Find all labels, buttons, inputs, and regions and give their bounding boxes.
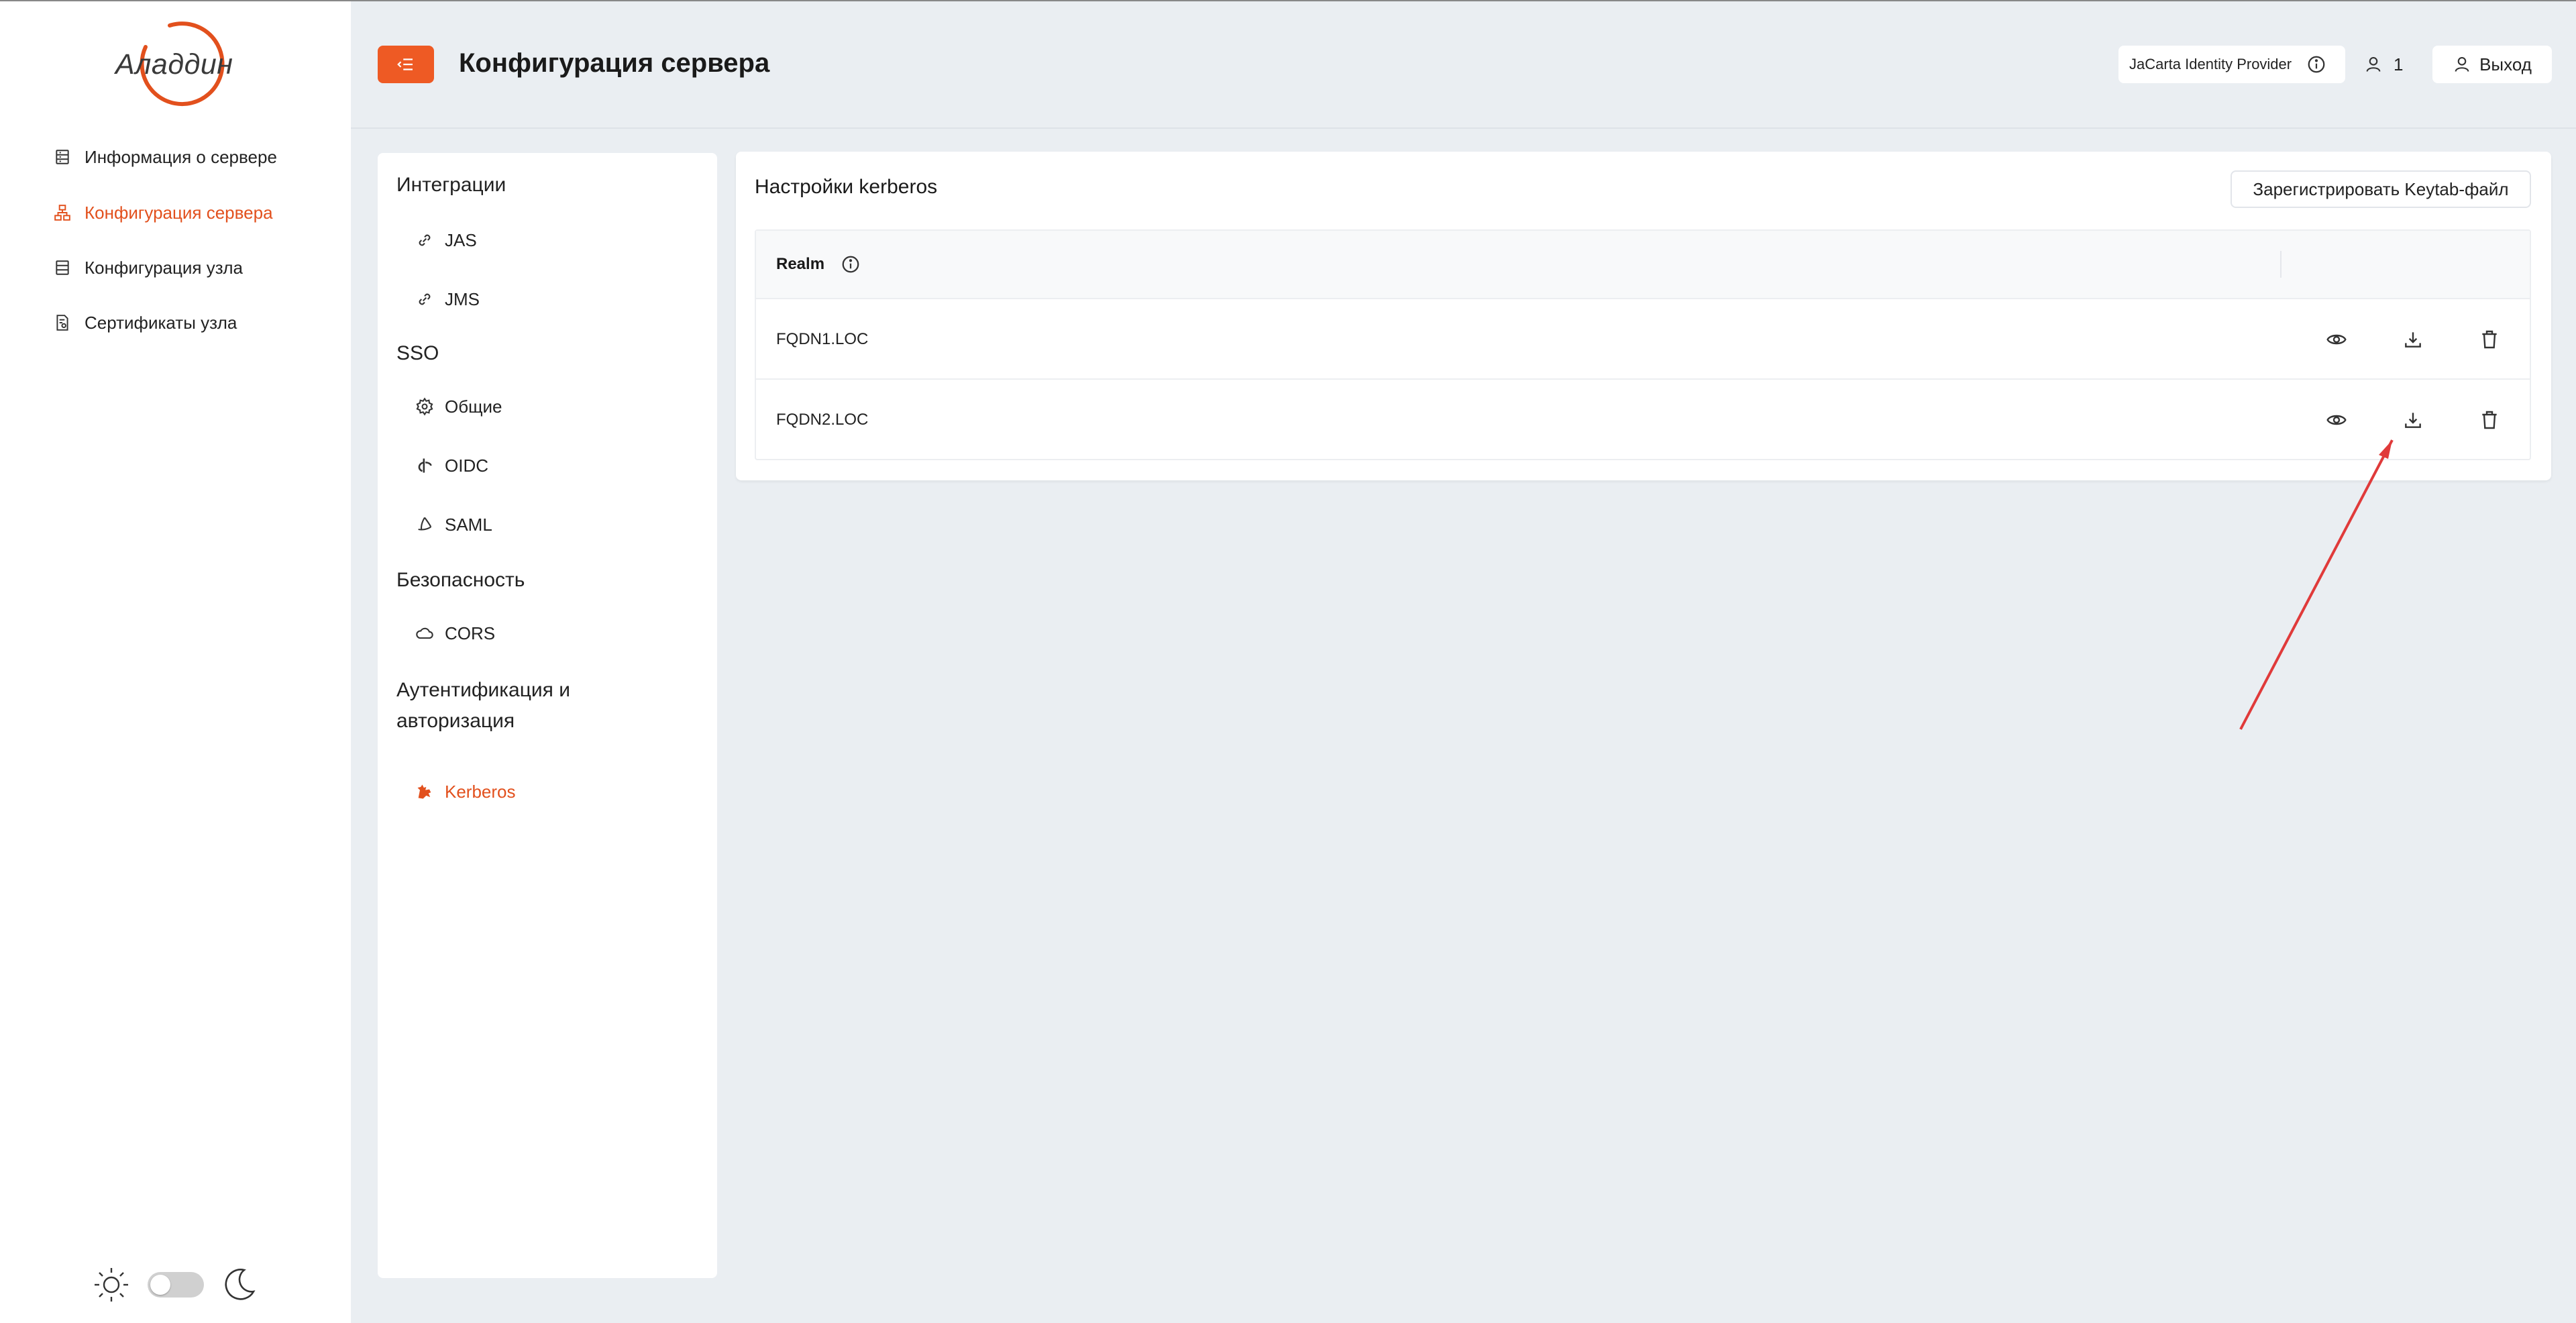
- settings-item-label: Общие: [445, 396, 502, 417]
- sidebar-item-label: Конфигурация узла: [85, 257, 243, 278]
- settings-item-label: OIDC: [445, 455, 488, 476]
- sidebar: Аладдин Информация о сервере Конфигураци…: [0, 1, 351, 1323]
- theme-toggle[interactable]: [148, 1272, 204, 1298]
- table-row: FQDN1.LOC: [756, 298, 2530, 380]
- sidebar-item-server-info[interactable]: Информация о сервере: [54, 144, 277, 170]
- realm-table: Realm FQDN1.LOC FQDN2.LOC: [755, 229, 2531, 460]
- section-title-sso: SSO: [396, 342, 439, 364]
- section-title-auth: Аутентификация и авторизация: [396, 679, 571, 732]
- settings-item-general[interactable]: Общие: [415, 392, 502, 421]
- table-header: Realm: [756, 231, 2530, 298]
- settings-item-label: Kerberos: [445, 781, 516, 802]
- eye-icon[interactable]: [2326, 329, 2347, 350]
- register-keytab-button[interactable]: Зарегистрировать Keytab-файл: [2231, 170, 2531, 208]
- info-icon[interactable]: [841, 254, 861, 274]
- column-header-label: Realm: [776, 255, 825, 273]
- trash-icon[interactable]: [2479, 409, 2500, 431]
- sidebar-item-label: Информация о сервере: [85, 146, 277, 167]
- section-title-integrations: Интеграции: [396, 174, 506, 196]
- user-count-button[interactable]: 1: [2364, 46, 2403, 83]
- sidebar-item-node-config[interactable]: Конфигурация узла: [54, 254, 243, 281]
- user-icon: [2455, 57, 2469, 72]
- idp-label: JaCarta Identity Provider: [2129, 56, 2292, 72]
- idp-badge[interactable]: JaCarta Identity Provider: [2118, 46, 2345, 83]
- settings-item-kerberos[interactable]: Kerberos: [415, 777, 516, 806]
- column-header-realm[interactable]: Realm: [776, 231, 861, 298]
- info-icon[interactable]: [2306, 54, 2326, 74]
- download-icon[interactable]: [2402, 329, 2424, 350]
- settings-item-label: SAML: [445, 514, 492, 535]
- settings-item-jms[interactable]: JMS: [415, 284, 480, 314]
- column-separator: [2280, 251, 2282, 278]
- settings-nav: Интеграции JAS JMS SSO Общие OIDC SAML Б…: [378, 153, 717, 1278]
- theme-switch: [93, 1266, 258, 1304]
- sidebar-item-server-config[interactable]: Конфигурация сервера: [54, 199, 273, 226]
- settings-item-label: JAS: [445, 229, 477, 250]
- page-title: Конфигурация сервера: [459, 48, 770, 78]
- menu-icon: [397, 58, 413, 70]
- menu-toggle-button[interactable]: [378, 46, 434, 83]
- sidebar-item-label: Конфигурация сервера: [85, 202, 273, 223]
- cloud-icon: [416, 627, 433, 639]
- link-icon: [419, 293, 431, 305]
- realm-cell: FQDN1.LOC: [776, 330, 869, 348]
- settings-item-cors[interactable]: CORS: [415, 619, 495, 648]
- sun-icon[interactable]: [93, 1266, 130, 1304]
- logout-label: Выход: [2479, 54, 2532, 74]
- panel-title: Настройки kerberos: [755, 176, 938, 198]
- sidebar-item-node-certificates[interactable]: Сертификаты узла: [54, 309, 237, 336]
- saml-icon: [418, 517, 432, 531]
- user-count-value: 1: [2394, 54, 2404, 74]
- toggle-knob: [150, 1275, 170, 1295]
- settings-item-jas[interactable]: JAS: [415, 225, 477, 255]
- logout-button[interactable]: Выход: [2432, 46, 2552, 83]
- user-icon: [2366, 57, 2381, 72]
- node-config-icon: [56, 260, 69, 275]
- certificate-icon: [56, 315, 68, 331]
- eye-icon[interactable]: [2326, 409, 2347, 431]
- settings-item-oidc[interactable]: OIDC: [415, 451, 488, 480]
- logo[interactable]: Аладдин: [115, 48, 233, 81]
- annotation-arrow-icon: [2239, 439, 2394, 730]
- download-icon[interactable]: [2402, 409, 2424, 431]
- sidebar-item-label: Сертификаты узла: [85, 312, 237, 333]
- header-divider: [351, 127, 2576, 129]
- openid-icon: [418, 458, 432, 473]
- moon-icon[interactable]: [220, 1266, 258, 1304]
- section-title-security: Безопасность: [396, 569, 525, 591]
- settings-item-saml[interactable]: SAML: [415, 510, 492, 539]
- realm-cell: FQDN2.LOC: [776, 411, 869, 429]
- kerberos-icon: [417, 784, 431, 799]
- server-info-icon: [56, 150, 69, 164]
- trash-icon[interactable]: [2479, 329, 2500, 350]
- link-icon: [419, 234, 431, 246]
- settings-item-label: CORS: [445, 623, 496, 643]
- settings-item-label: JMS: [445, 288, 480, 309]
- server-config-icon: [54, 205, 70, 221]
- gear-icon: [416, 397, 433, 416]
